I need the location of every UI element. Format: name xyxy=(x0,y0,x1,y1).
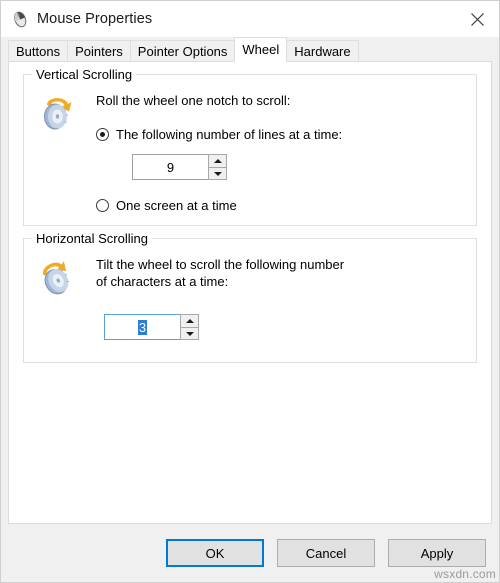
characters-spinner-input[interactable]: 3 xyxy=(104,314,180,340)
vertical-scrolling-group-title: Vertical Scrolling xyxy=(32,67,137,82)
vertical-scrolling-content: Roll the wheel one notch to scroll: The … xyxy=(82,89,466,213)
lines-spinner-up-icon[interactable] xyxy=(208,154,227,167)
radio-one-screen[interactable]: One screen at a time xyxy=(96,198,466,213)
horizontal-lead-text-line1: Tilt the wheel to scroll the following n… xyxy=(96,257,345,272)
lines-spinner-input[interactable]: 9 xyxy=(132,154,208,180)
horizontal-scrolling-body: Tilt the wheel to scroll the following n… xyxy=(34,253,466,340)
lines-spinner-wrap: 9 xyxy=(132,154,466,180)
radio-lines-indicator[interactable] xyxy=(96,128,109,141)
ok-button[interactable]: OK xyxy=(166,539,264,567)
radio-one-screen-indicator[interactable] xyxy=(96,199,109,212)
cancel-button[interactable]: Cancel xyxy=(277,539,375,567)
lines-spinner-down-icon[interactable] xyxy=(208,167,227,180)
characters-spinner-up-icon[interactable] xyxy=(180,314,199,327)
horizontal-lead-text-line2: of characters at a time: xyxy=(96,274,229,289)
radio-lines-at-a-time[interactable]: The following number of lines at a time: xyxy=(96,127,466,142)
mouse-icon xyxy=(9,8,31,30)
dialog-footer: OK Cancel Apply wsxdn.com xyxy=(1,524,499,582)
horizontal-scrolling-content: Tilt the wheel to scroll the following n… xyxy=(82,253,466,340)
watermark: wsxdn.com xyxy=(434,567,496,581)
tab-buttons[interactable]: Buttons xyxy=(8,40,69,62)
window-title: Mouse Properties xyxy=(37,11,153,27)
characters-spinner-buttons xyxy=(180,314,199,340)
radio-lines-label: The following number of lines at a time: xyxy=(116,127,343,142)
horizontal-scrolling-group-title: Horizontal Scrolling xyxy=(32,231,152,246)
mouse-wheel-horizontal-icon xyxy=(34,253,82,304)
characters-spinner-down-icon[interactable] xyxy=(180,327,199,340)
characters-spinner-value: 3 xyxy=(137,319,148,335)
apply-button[interactable]: Apply xyxy=(388,539,486,567)
vertical-scrolling-body: Roll the wheel one notch to scroll: The … xyxy=(34,89,466,213)
lines-spinner[interactable]: 9 xyxy=(132,154,227,180)
tab-wheel[interactable]: Wheel xyxy=(234,37,288,62)
lines-spinner-buttons xyxy=(208,154,227,180)
radio-one-screen-label: One screen at a time xyxy=(116,198,237,213)
close-icon[interactable] xyxy=(455,1,499,37)
tab-pointers[interactable]: Pointers xyxy=(67,40,131,62)
characters-spinner-wrap: 3 xyxy=(104,314,466,340)
vertical-scrolling-group: Vertical Scrolling Roll the wheel one no… xyxy=(23,67,477,226)
vertical-lead-text: Roll the wheel one notch to scroll: xyxy=(96,93,291,108)
characters-spinner[interactable]: 3 xyxy=(104,314,199,340)
tab-panel-wheel: Vertical Scrolling Roll the wheel one no… xyxy=(8,61,492,524)
title-bar: Mouse Properties xyxy=(1,1,499,37)
tab-hardware[interactable]: Hardware xyxy=(286,40,359,62)
horizontal-scrolling-group: Horizontal Scrolling Tilt the wheel to s… xyxy=(23,231,477,363)
tab-strip: Buttons Pointers Pointer Options Wheel H… xyxy=(1,37,499,62)
mouse-properties-window: Mouse Properties Buttons Pointers Pointe… xyxy=(0,0,500,583)
tab-pointer-options[interactable]: Pointer Options xyxy=(129,40,236,62)
mouse-wheel-vertical-icon xyxy=(34,89,82,136)
